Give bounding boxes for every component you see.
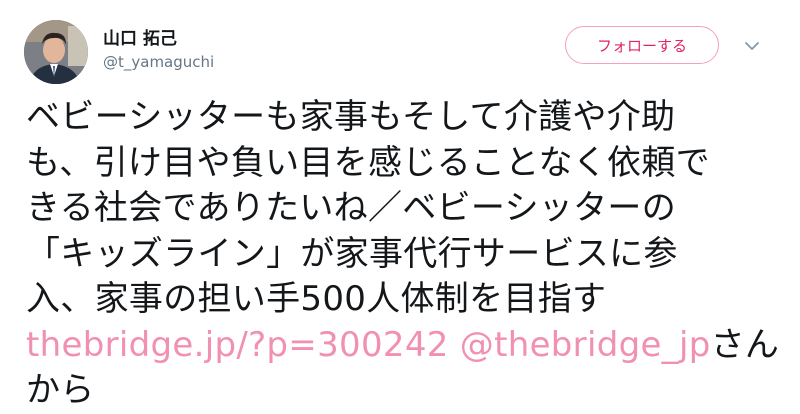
tweet-text: ベビーシッターも家事もそして介護や介助 も、引け目や負い目を感じることなく依頼で… [26,95,779,414]
article-link[interactable]: thebridge.jp/?p=300242 [26,325,449,365]
tweet-line: も、引け目や負い目を感じることなく依頼で [26,142,710,183]
more-options-button[interactable] [742,36,762,56]
tweet-line: 入、家事の担い手500人体制を目指す [26,279,607,319]
display-name[interactable]: 山口 拓己 [103,24,177,49]
tweet-line: 「キッズライン」が家事代行サービスに参 [26,233,678,274]
tweet-line: から [26,370,95,410]
profile-photo [24,20,88,84]
user-handle[interactable]: @t_yamaguchi [103,53,214,71]
mention-link[interactable]: @thebridge_jp [460,325,711,365]
tweet-line: きる社会でありたいね／ベビーシッターの [26,188,676,228]
tweet-line: ベビーシッターも家事もそして介護や介助 [26,97,676,137]
chevron-down-icon [745,41,759,50]
tweet-link-line: thebridge.jp/?p=300242 @thebridge_jpさん [26,323,779,369]
avatar[interactable] [24,20,88,84]
tweet-suffix: さん [710,324,780,365]
follow-button[interactable]: フォローする [565,26,719,64]
